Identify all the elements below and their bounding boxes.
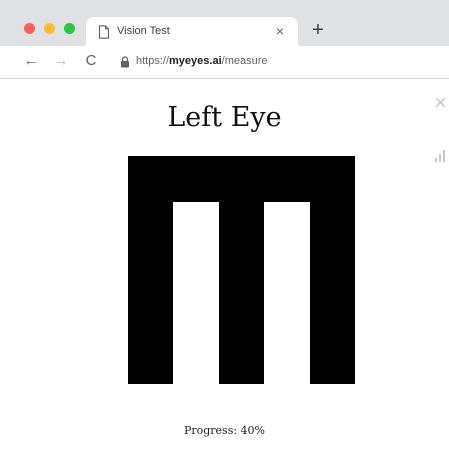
url-scheme: https://	[136, 55, 170, 67]
url-host: myeyes.ai	[169, 55, 222, 67]
close-test-icon[interactable]: ×	[434, 90, 447, 116]
optotype-e-shape	[128, 156, 355, 384]
window-zoom-button[interactable]	[64, 23, 75, 34]
lock-icon	[121, 56, 129, 68]
browser-tab-strip: Vision Test × +	[0, 0, 449, 46]
tab-close-icon[interactable]: ×	[276, 23, 284, 39]
document-icon	[98, 25, 110, 39]
address-bar[interactable]: https://myeyes.ai/measure	[108, 50, 449, 74]
url-path: /measure	[221, 55, 268, 67]
tab-title: Vision Test	[117, 25, 170, 37]
forward-button[interactable]: →	[52, 52, 70, 70]
window-minimize-button[interactable]	[44, 23, 55, 34]
address-url: https://myeyes.ai/measure	[136, 55, 268, 67]
signal-bars-icon[interactable]	[434, 148, 449, 162]
reload-button[interactable]: C	[82, 52, 100, 70]
new-tab-button[interactable]: +	[308, 19, 328, 41]
back-button[interactable]: ←	[22, 52, 40, 70]
window-close-button[interactable]	[24, 23, 35, 34]
progress-label: Progress: 40%	[183, 424, 266, 437]
browser-tab-vision-test[interactable]: Vision Test ×	[86, 17, 298, 46]
optotype-e-symbol	[128, 156, 355, 384]
page-title: Left Eye	[167, 102, 282, 133]
browser-toolbar: ← → C https://myeyes.ai/measure	[0, 46, 449, 79]
